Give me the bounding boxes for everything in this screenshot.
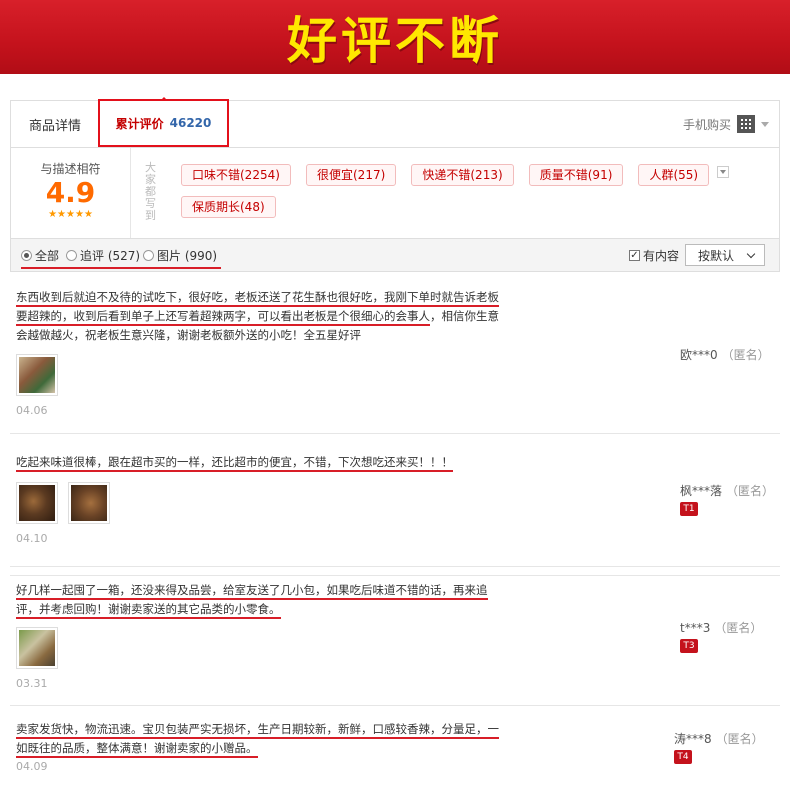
mobile-buy-label: 手机购买: [682, 117, 731, 132]
tags-side-label: 大家都写到: [145, 161, 156, 222]
filter-pictures-label: 图片 (990): [157, 248, 218, 263]
active-tab-notch: [160, 97, 168, 101]
tag-audience[interactable]: 人群(55): [638, 164, 710, 186]
tab-reviews[interactable]: 累计评价 46220: [98, 97, 229, 147]
review-date: 04.06: [16, 404, 48, 417]
qr-code-icon: [737, 115, 755, 133]
review-text: 卖家发货快，物流迅速。宝贝包装严实无损坏，生产日期较新，新鲜，口感较香辣，分量足…: [16, 720, 506, 758]
anonymous-label: （匿名）: [726, 484, 775, 498]
review-photo[interactable]: [16, 482, 58, 524]
review-item: 卖家发货快，物流迅速。宝贝包装严实无损坏，生产日期较新，新鲜，口感较香辣，分量足…: [10, 706, 780, 800]
review-filter-bar: 全部 追评 (527) 图片 (990) ✓ 有内容 按默认: [10, 238, 780, 272]
tab-product-details[interactable]: 商品详情: [29, 101, 81, 147]
reviewer-nick: 涛***8: [674, 732, 712, 746]
review-item: 好几样一起囤了一箱，还没来得及品尝，给室友送了几小包，如果吃后味道不错的话，再来…: [10, 566, 780, 706]
promo-banner: 好评不断: [0, 0, 790, 74]
review-text: 吃起来味道很棒，跟在超市买的一样，还比超市的便宜，不错，下次想吃还来买！！！: [16, 453, 506, 472]
has-content-checkbox[interactable]: ✓ 有内容: [628, 239, 679, 271]
score-value: 4.9: [45, 176, 96, 209]
review-photo[interactable]: [68, 482, 110, 524]
score-label: 与描述相符: [40, 162, 101, 176]
anonymous-label: （匿名）: [714, 621, 763, 635]
review-text: 好几样一起囤了一箱，还没来得及品尝，给室友送了几小包，如果吃后味道不错的话，再来…: [16, 581, 506, 619]
review-item: 东西收到后就迫不及待的试吃下，很好吃，老板还送了花生酥也很好吃，我刚下单时就告诉…: [10, 272, 780, 434]
radio-on-icon: [21, 249, 32, 261]
review-text-highlighted: 东西收到后就迫不及待的试吃下，很好吃，老板还送了花生酥也很好吃，我刚下单时就告诉…: [16, 290, 499, 326]
review-date: 04.09: [16, 760, 48, 773]
review-photo[interactable]: [16, 627, 58, 669]
review-photos: [16, 482, 110, 524]
member-level-badge: T1: [680, 502, 698, 516]
member-level-badge: T3: [680, 639, 698, 653]
anonymous-label: （匿名）: [715, 732, 764, 746]
mobile-buy-link[interactable]: 手机购买: [683, 101, 769, 147]
reviewer-name: 枫***落 （匿名）: [680, 482, 774, 499]
tag-delivery[interactable]: 快递不错(213): [411, 164, 514, 186]
radio-off-icon: [66, 249, 77, 261]
reviewer-nick: 枫***落: [680, 484, 723, 498]
review-date: 04.10: [16, 532, 48, 545]
tag-taste[interactable]: 口味不错(2254): [181, 164, 291, 186]
filter-highlight-underline: [21, 267, 221, 269]
reviewer-nick: 欧***0: [680, 348, 718, 362]
tag-shelf-life[interactable]: 保质期长(48): [181, 196, 276, 218]
rating-summary: 与描述相符 4.9 ★★★★★ 大家都写到 口味不错(2254) 很便宜(217…: [10, 148, 780, 238]
filter-all-label: 全部: [35, 248, 60, 263]
review-text-highlighted: 吃起来味道很棒，跟在超市买的一样，还比超市的便宜，不错，下次想吃还来买！！！: [16, 455, 453, 472]
review-text-highlighted: 好几样一起囤了一箱，还没来得及品尝，给室友送了几小包，如果吃后味道不错的话，再来…: [16, 583, 488, 619]
score-box: 与描述相符 4.9 ★★★★★: [11, 148, 131, 238]
banner-title: 好评不断: [287, 12, 503, 70]
radio-off-icon: [143, 249, 154, 261]
tag-quality[interactable]: 质量不错(91): [528, 164, 624, 186]
star-rating-icon: ★★★★★: [48, 209, 93, 220]
review-photo[interactable]: [16, 354, 58, 396]
chevron-down-icon: [761, 121, 769, 127]
chevron-down-icon: [746, 249, 756, 259]
anonymous-label: （匿名）: [721, 348, 770, 362]
tab-reviews-label: 累计评价: [115, 116, 164, 131]
filter-follow-up-label: 追评 (527): [80, 248, 141, 263]
reviewer-name: 涛***8 （匿名）: [674, 730, 764, 747]
expand-tags-button[interactable]: [717, 166, 729, 178]
impression-tags: 口味不错(2254) 很便宜(217) 快递不错(213) 质量不错(91) 人…: [181, 164, 721, 228]
review-item: 吃起来味道很棒，跟在超市买的一样，还比超市的便宜，不错，下次想吃还来买！！！ 0…: [10, 436, 780, 576]
tab-reviews-count: 46220: [169, 116, 212, 130]
reviewer-name: t***3 （匿名）: [680, 619, 762, 636]
tab-bar: 商品详情 累计评价 46220 手机购买: [10, 97, 780, 148]
review-text: 东西收到后就迫不及待的试吃下，很好吃，老板还送了花生酥也很好吃，我刚下单时就告诉…: [16, 288, 506, 345]
member-level-badge: T4: [674, 750, 692, 764]
sort-select-value: 按默认: [698, 248, 735, 263]
checkmark-icon: ✓: [628, 249, 640, 261]
review-photos: [16, 354, 58, 396]
reviewer-name: 欧***0 （匿名）: [680, 346, 770, 363]
review-photos: [16, 627, 58, 669]
reviewer-nick: t***3: [680, 621, 711, 635]
has-content-label: 有内容: [642, 248, 679, 263]
review-date: 03.31: [16, 677, 48, 690]
tag-cheap[interactable]: 很便宜(217): [306, 164, 397, 186]
review-text-highlighted: 卖家发货快，物流迅速。宝贝包装严实无损坏，生产日期较新，新鲜，口感较香辣，分量足…: [16, 722, 499, 758]
sort-select[interactable]: 按默认: [685, 244, 765, 266]
